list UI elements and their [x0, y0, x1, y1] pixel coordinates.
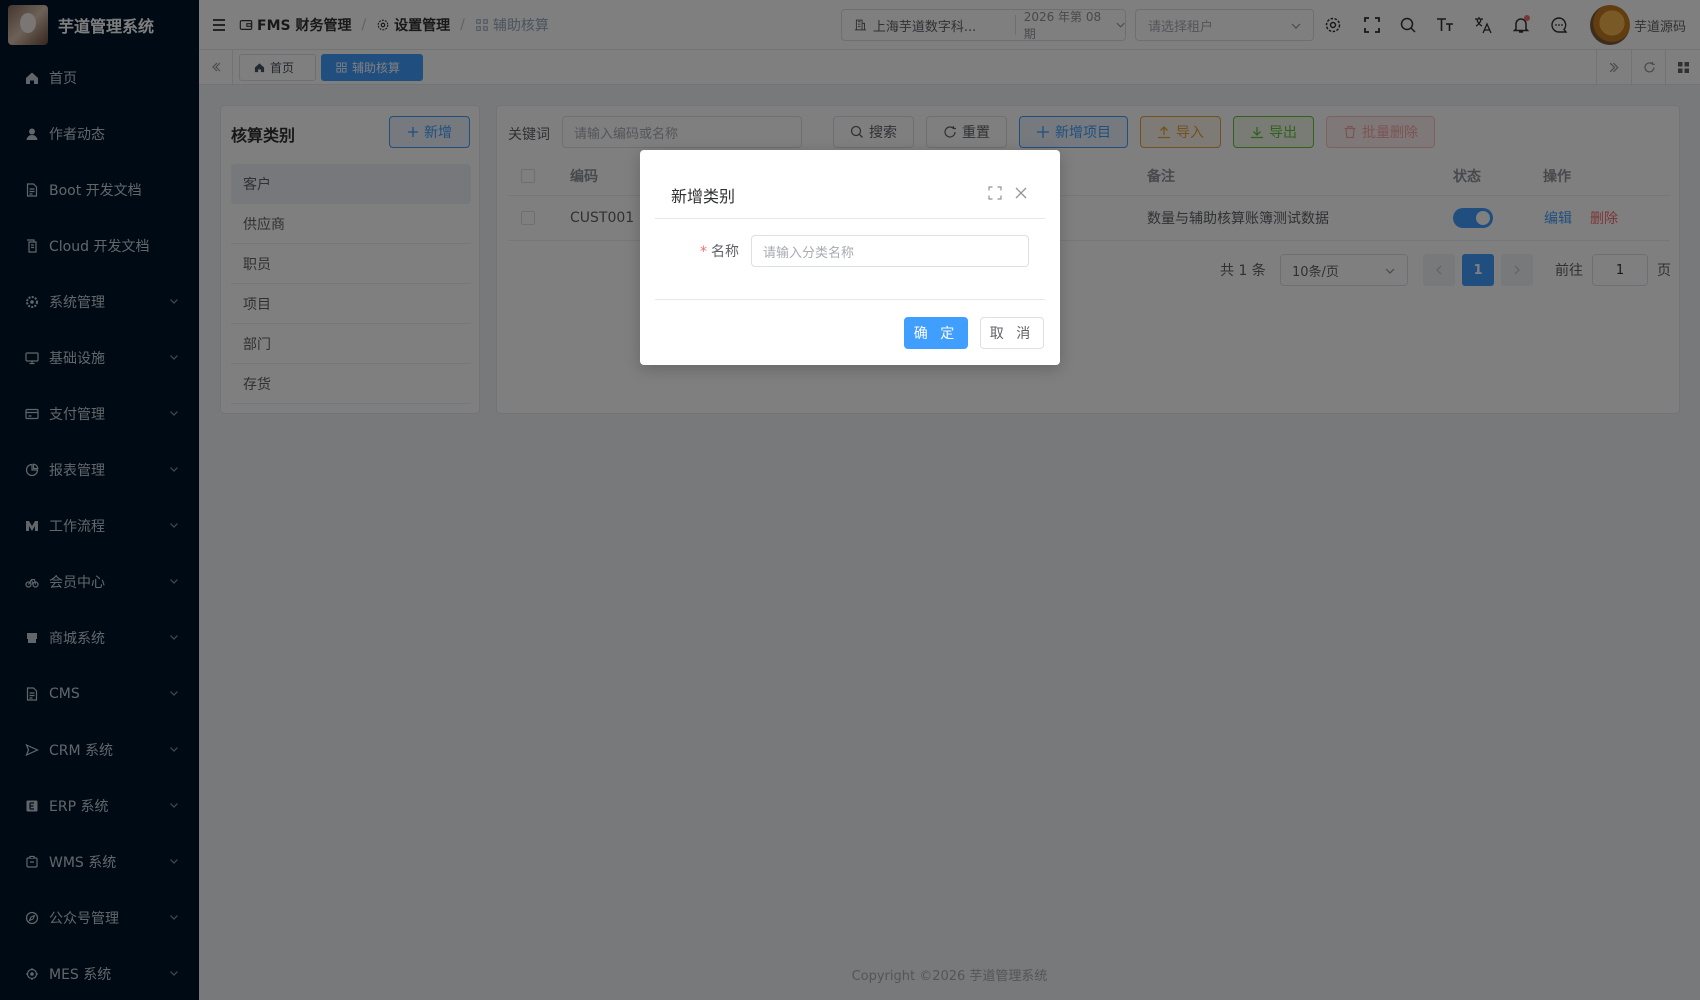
dialog-footer-divider [655, 299, 1045, 300]
category-name-input[interactable]: 请输入分类名称 [751, 235, 1029, 267]
required-asterisk: * [700, 244, 707, 260]
dialog-header-divider [655, 218, 1045, 219]
confirm-button[interactable]: 确 定 [904, 317, 968, 349]
close-icon[interactable] [1014, 186, 1028, 200]
add-category-dialog: 新增类别 * 名称 请输入分类名称 确 定 取 消 [640, 150, 1060, 365]
name-label-text: 名称 [711, 244, 739, 260]
maximize-icon[interactable] [988, 186, 1002, 200]
name-label: * 名称 [700, 241, 739, 261]
cancel-button[interactable]: 取 消 [980, 317, 1044, 349]
dialog-title: 新增类别 [671, 187, 736, 206]
input-placeholder: 请输入分类名称 [763, 245, 855, 261]
